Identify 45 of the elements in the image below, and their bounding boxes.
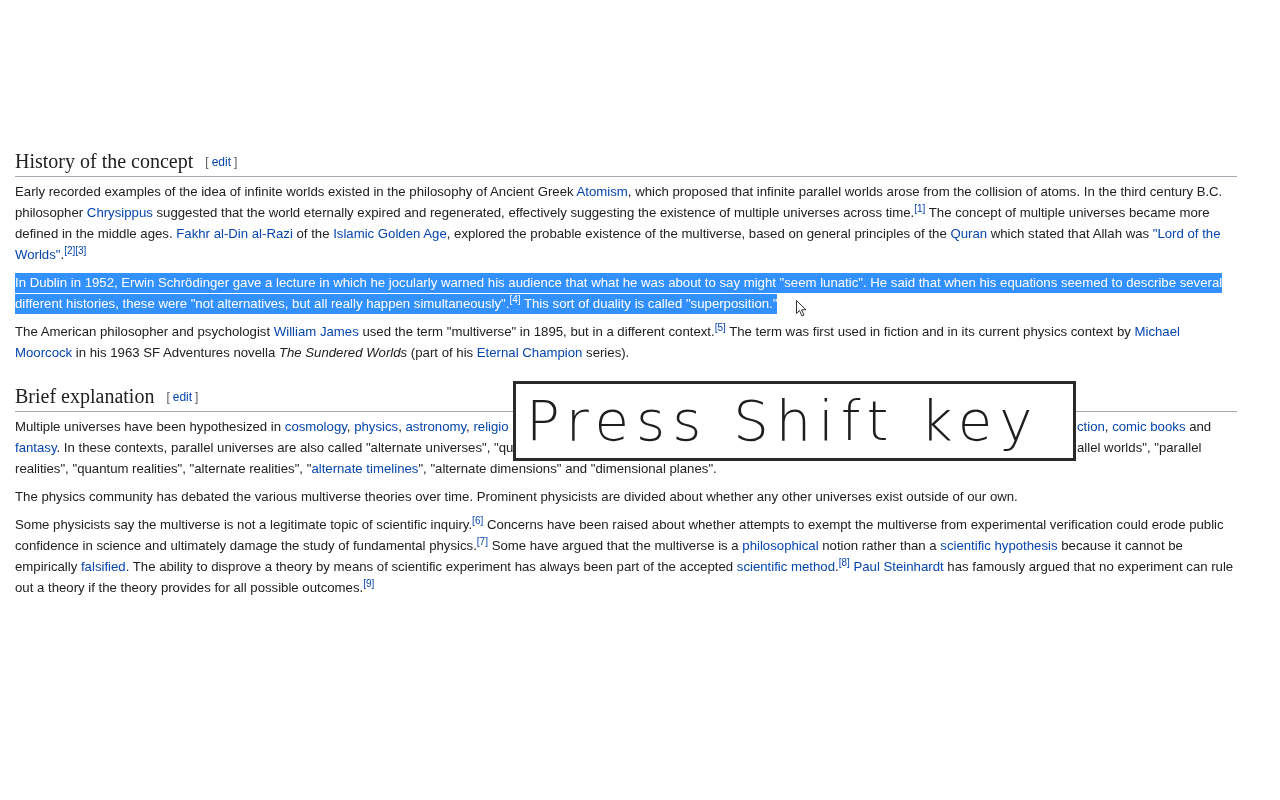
link[interactable]: Eternal Champion (476, 345, 583, 360)
paragraph-fragment: ction, comic books and (1077, 418, 1213, 436)
link[interactable]: scientific hypothesis (940, 538, 1058, 553)
edit-link[interactable]: edit (211, 155, 231, 169)
citation-link[interactable]: [7] (476, 536, 488, 547)
link[interactable]: Chrysippus (86, 205, 153, 220)
citation-link[interactable]: [1] (914, 203, 926, 214)
link[interactable]: falsified (80, 559, 126, 574)
link[interactable]: Quran (950, 226, 988, 241)
link[interactable]: Worlds" (15, 247, 61, 262)
paragraph-fragment: allel worlds", "parallel (1077, 439, 1203, 457)
paragraph: The physics community has debated the various multiverse theories over time. Prominent physicists are divided about whether any other universes exist outside of our own. (15, 488, 1019, 506)
link[interactable]: philosophical (742, 538, 819, 553)
citation-link[interactable]: [6] (472, 515, 484, 526)
link[interactable]: Paul Steinhardt (849, 559, 944, 574)
paragraph-fragment: Multiple universes have been hypothesized in cosmology, physics, astronomy, religio (15, 418, 509, 436)
section-heading: Brief explanation (15, 385, 155, 407)
paragraph-fragment: fantasy. In these contexts, parallel universes are also called "alternate universes", "qu (15, 439, 514, 457)
link[interactable]: Moorcock (15, 345, 73, 360)
mouse-pointer-icon (796, 300, 807, 317)
bracket: ] (234, 155, 238, 169)
link[interactable]: alternate timelines (311, 461, 419, 476)
section-heading: History of the concept (15, 150, 194, 172)
edit-link[interactable]: edit (172, 390, 193, 404)
link[interactable]: ction (1077, 419, 1105, 434)
key-hint-banner: Press Shift key (513, 381, 1076, 461)
citation-link[interactable]: [3] (75, 245, 87, 256)
link[interactable]: religio (473, 419, 509, 434)
paragraph-fragment: realities", "quantum realities", "alternate realities", "alternate timelines", "alternate dimensions" and "dimensional planes". (15, 460, 717, 478)
bracket: ] (195, 390, 199, 404)
link[interactable]: Atomism (576, 184, 628, 199)
link[interactable]: comic books (1112, 419, 1186, 434)
link[interactable]: Michael (1134, 324, 1180, 339)
link[interactable]: Fakhr al-Din al-Razi (176, 226, 293, 241)
citation-link[interactable]: [5] (714, 322, 726, 333)
link[interactable]: Islamic Golden Age (333, 226, 447, 241)
link[interactable]: William James (273, 324, 359, 339)
link[interactable]: cosmology (284, 419, 347, 434)
citation-link[interactable]: [9] (363, 578, 375, 589)
bracket: [ (166, 390, 170, 404)
link[interactable]: fantasy (15, 440, 57, 455)
link[interactable]: "Lord of the (1152, 226, 1221, 241)
citation-link[interactable]: [8] (838, 557, 850, 568)
bracket: [ (205, 155, 209, 169)
link[interactable]: scientific method (736, 559, 835, 574)
